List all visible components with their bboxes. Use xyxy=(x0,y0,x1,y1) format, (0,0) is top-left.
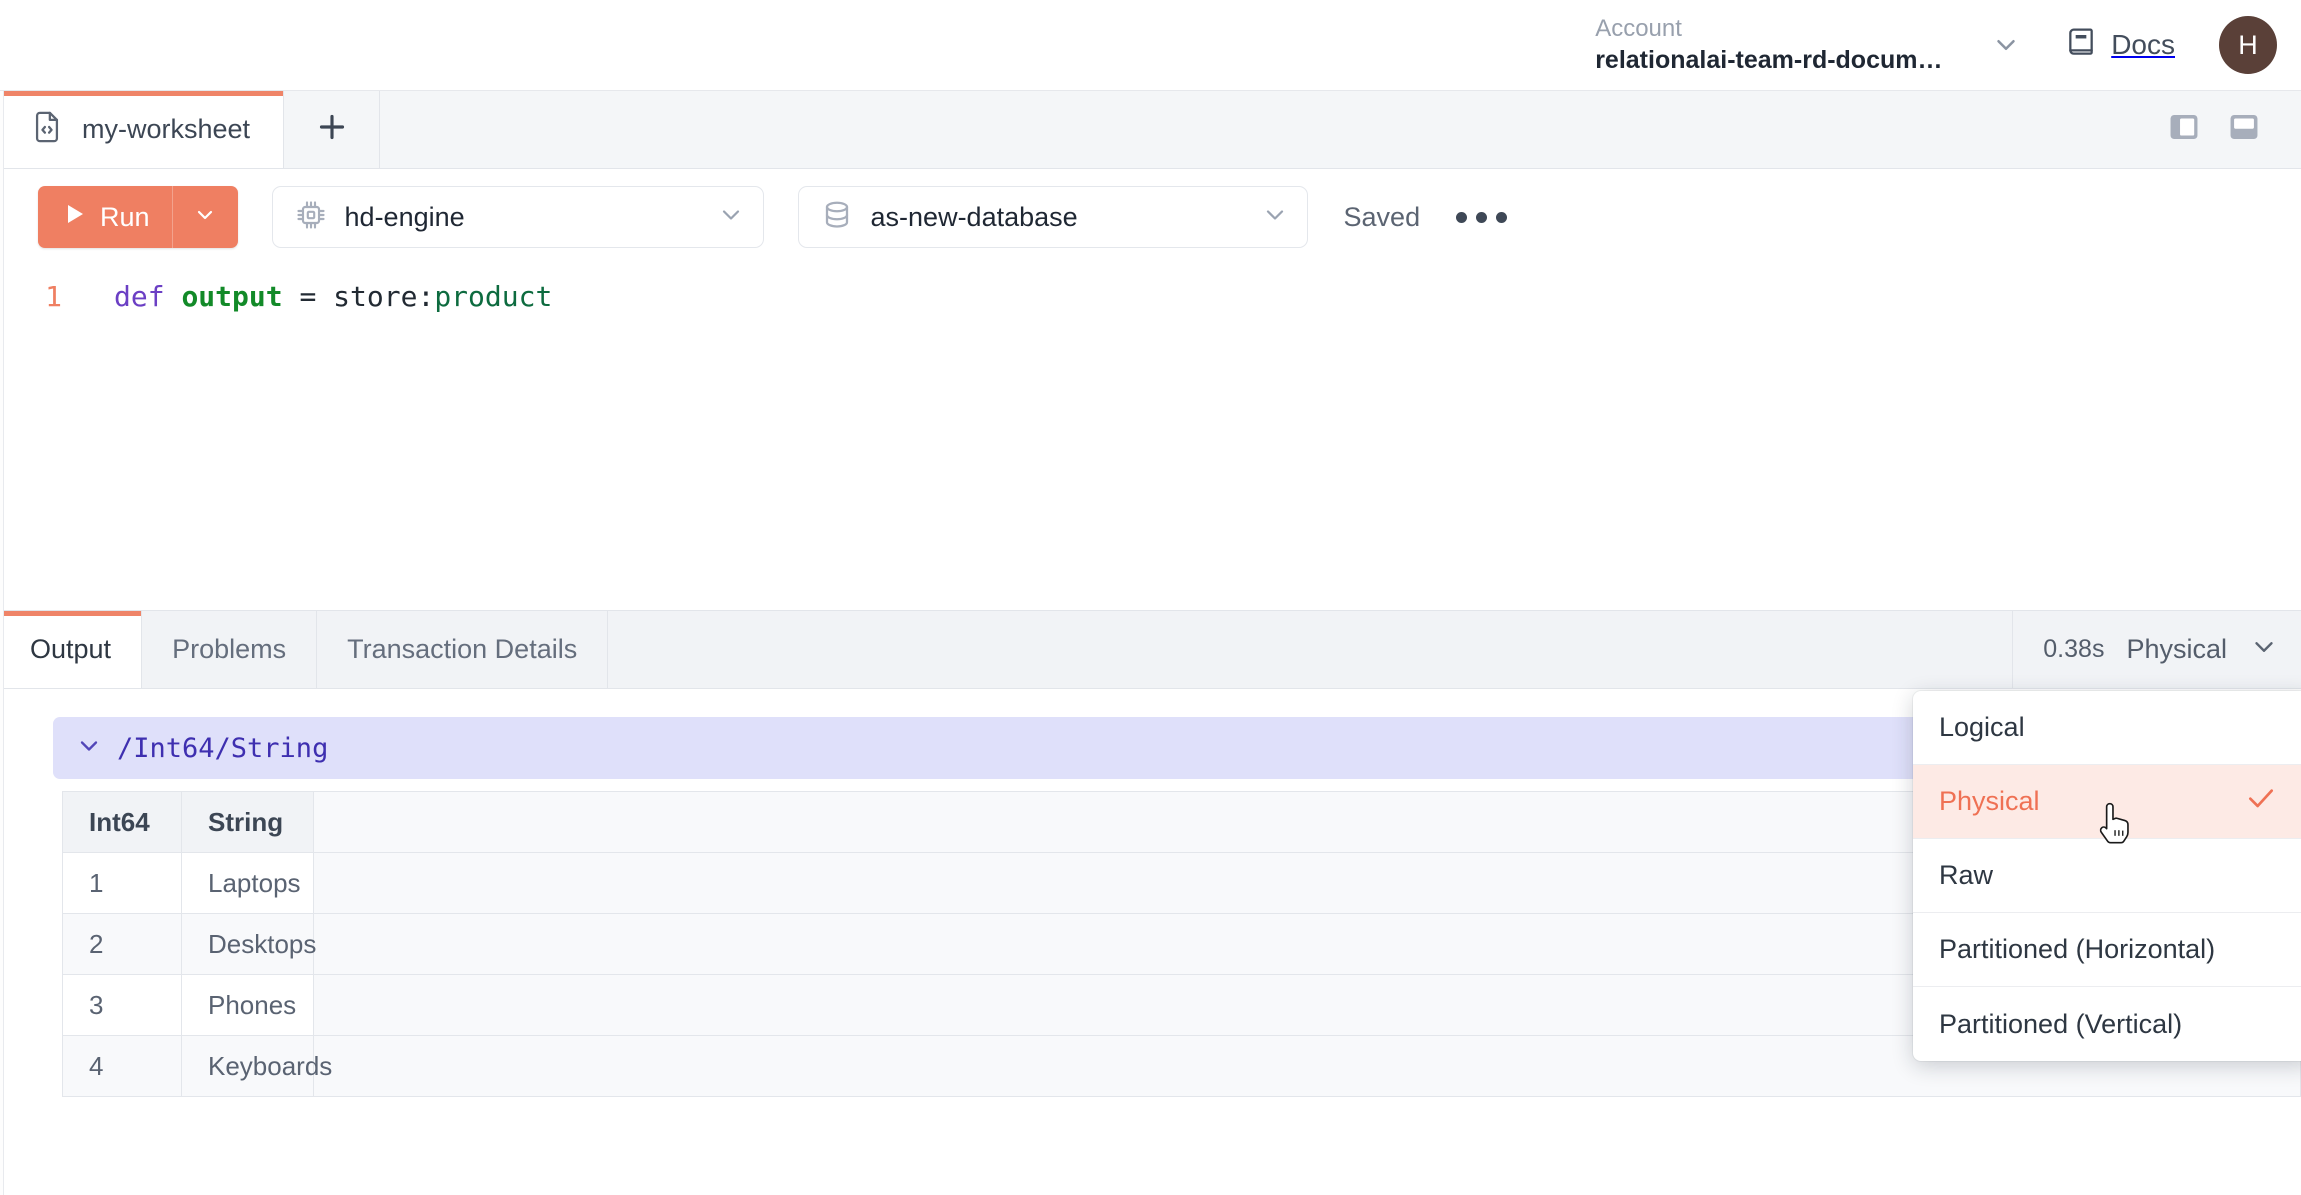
account-label: Account xyxy=(1595,14,1682,44)
tab-my-worksheet[interactable]: my-worksheet xyxy=(0,91,284,168)
database-selector[interactable]: as-new-database xyxy=(798,186,1308,248)
result-mode-value[interactable]: Physical xyxy=(2126,634,2227,665)
tab-transaction-details-label: Transaction Details xyxy=(347,634,577,665)
menu-item-physical[interactable]: Physical xyxy=(1913,765,2301,839)
cell-int64: 4 xyxy=(63,1036,182,1097)
code-file-icon xyxy=(30,110,64,149)
docs-link[interactable]: Docs xyxy=(2065,27,2175,64)
results-tab-right-group: 0.38s Physical xyxy=(2013,611,2301,688)
cell-int64: 3 xyxy=(63,975,182,1036)
code-line: 1 def output = store:product xyxy=(0,265,2301,317)
bottom-panel-toggle-icon[interactable] xyxy=(2227,110,2261,149)
result-mode-dropdown: Logical Physical Raw Partitioned (Horizo… xyxy=(1913,691,2301,1061)
ellipsis-icon[interactable] xyxy=(1456,212,1507,223)
plus-icon xyxy=(314,109,350,150)
cell-int64: 1 xyxy=(63,853,182,914)
code-token-keyword: def xyxy=(114,280,165,313)
code-token-base: store xyxy=(333,280,417,313)
code-editor[interactable]: 1 def output = store:product xyxy=(0,265,2301,610)
tab-strip-spacer xyxy=(380,91,2167,168)
code-token-name: output xyxy=(181,280,282,313)
tab-label: my-worksheet xyxy=(82,114,250,145)
cell-string: Desktops xyxy=(182,914,314,975)
new-tab-button[interactable] xyxy=(284,91,380,168)
code-space xyxy=(165,280,182,313)
tab-output[interactable]: Output xyxy=(0,611,142,688)
cell-string: Keyboards xyxy=(182,1036,314,1097)
account-texts: Account relationalai-team-rd-docum… xyxy=(1585,14,1975,76)
code-content[interactable]: def output = store:product xyxy=(62,277,552,317)
check-icon xyxy=(2245,782,2277,821)
code-token-attr: product xyxy=(434,280,552,313)
elapsed-time: 0.38s xyxy=(2043,635,2104,664)
left-panel-toggle-icon[interactable] xyxy=(2167,110,2201,149)
tab-output-label: Output xyxy=(30,634,111,665)
run-button-group[interactable]: Run xyxy=(38,186,238,248)
account-switcher[interactable]: Account relationalai-team-rd-docum… xyxy=(1585,14,2051,76)
chevron-down-icon xyxy=(193,203,217,232)
avatar[interactable]: H xyxy=(2219,16,2277,74)
menu-item-partitioned-horizontal[interactable]: Partitioned (Horizontal) xyxy=(1913,913,2301,987)
chevron-down-icon[interactable] xyxy=(75,732,103,765)
cell-int64: 2 xyxy=(63,914,182,975)
cell-string: Phones xyxy=(182,975,314,1036)
left-rail-divider xyxy=(0,91,4,1195)
relation-header[interactable]: /Int64/String xyxy=(53,717,2233,779)
play-icon xyxy=(62,201,86,234)
chevron-down-icon xyxy=(1261,201,1289,234)
menu-item-partitioned-vertical[interactable]: Partitioned (Vertical) xyxy=(1913,987,2301,1061)
menu-item-label: Physical xyxy=(1939,786,2245,817)
engine-value: hd-engine xyxy=(345,202,699,233)
engine-selector[interactable]: hd-engine xyxy=(272,186,764,248)
menu-item-label: Partitioned (Vertical) xyxy=(1939,1009,2277,1040)
cpu-chip-icon xyxy=(295,199,327,236)
relation-name: /Int64/String xyxy=(117,733,328,764)
menu-item-raw[interactable]: Raw xyxy=(1913,839,2301,913)
tab-problems-label: Problems xyxy=(172,634,286,665)
top-bar: Account relationalai-team-rd-docum… Docs… xyxy=(0,0,2301,91)
results-tab-spacer xyxy=(608,611,2013,688)
run-label: Run xyxy=(100,202,150,233)
tab-problems[interactable]: Problems xyxy=(142,611,317,688)
column-header-string[interactable]: String xyxy=(182,792,314,853)
app-root: Account relationalai-team-rd-docum… Docs… xyxy=(0,0,2301,1195)
code-token-colon: : xyxy=(417,280,434,313)
worksheet-tab-strip: my-worksheet xyxy=(0,91,2301,169)
editor-toolbar: Run hd-engine xyxy=(0,169,2301,265)
chevron-down-icon[interactable] xyxy=(1991,30,2021,60)
saved-status: Saved xyxy=(1344,202,1421,233)
line-number: 1 xyxy=(0,277,62,317)
account-value: relationalai-team-rd-docum… xyxy=(1595,44,1942,76)
menu-item-label: Raw xyxy=(1939,860,2277,891)
chevron-down-icon xyxy=(717,201,745,234)
database-icon xyxy=(821,199,853,236)
docs-label: Docs xyxy=(2111,29,2175,61)
database-value: as-new-database xyxy=(871,202,1243,233)
results-tab-bar: Output Problems Transaction Details 0.38… xyxy=(0,611,2301,689)
panel-toggle-group xyxy=(2167,91,2301,168)
avatar-initial: H xyxy=(2238,30,2258,61)
column-header-int64[interactable]: Int64 xyxy=(63,792,182,853)
chevron-down-icon[interactable] xyxy=(2249,632,2279,667)
menu-item-label: Logical xyxy=(1939,712,2277,743)
menu-item-label: Partitioned (Horizontal) xyxy=(1939,934,2277,965)
book-icon xyxy=(2065,27,2097,64)
cell-string: Laptops xyxy=(182,853,314,914)
tab-transaction-details[interactable]: Transaction Details xyxy=(317,611,608,688)
code-token-operator: = xyxy=(283,280,334,313)
run-button[interactable]: Run xyxy=(38,186,172,248)
menu-item-logical[interactable]: Logical xyxy=(1913,691,2301,765)
run-options-button[interactable] xyxy=(172,186,238,248)
